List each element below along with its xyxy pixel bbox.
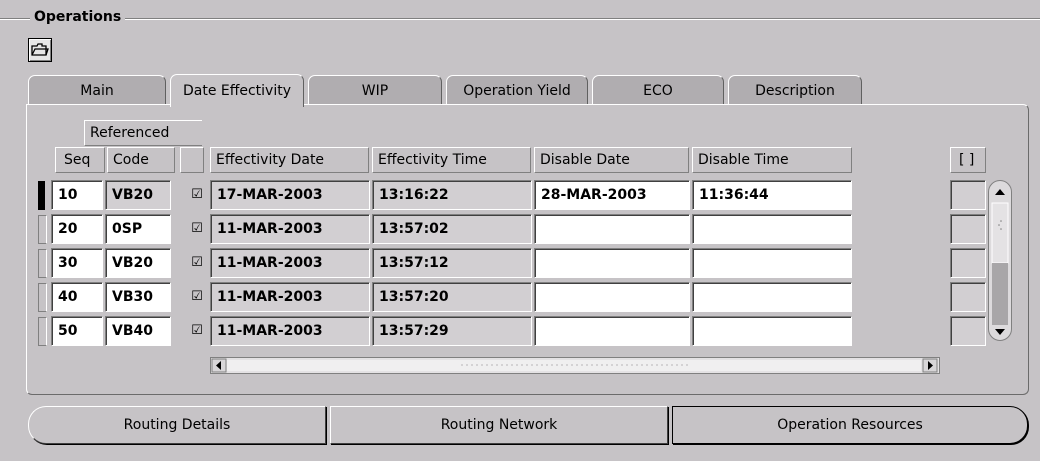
referenced-checkbox[interactable]: ☑ [190, 188, 204, 202]
disable-time-field[interactable] [692, 316, 852, 346]
disable-date-field[interactable] [534, 282, 690, 312]
header-code: Code [107, 147, 175, 173]
effectivity-time-field[interactable]: 13:57:02 [372, 214, 532, 244]
header-disable-time: Disable Time [692, 147, 852, 173]
extra-field[interactable] [950, 180, 986, 210]
horizontal-scrollbar[interactable] [210, 357, 940, 374]
routing-network-button[interactable]: Routing Network [330, 406, 668, 444]
header-effectivity-date: Effectivity Date [210, 147, 369, 173]
referenced-checkbox[interactable]: ☑ [190, 324, 204, 338]
header-folder-toggle[interactable]: [ ] [950, 147, 986, 173]
disable-date-field[interactable]: 28-MAR-2003 [534, 180, 690, 210]
tab-description[interactable]: Description [728, 75, 862, 105]
referenced-checkbox[interactable]: ☑ [190, 290, 204, 304]
extra-field[interactable] [950, 214, 986, 244]
seq-field[interactable]: 10 [51, 180, 103, 210]
code-field[interactable]: VB40 [105, 316, 171, 346]
tab-wip[interactable]: WIP [308, 75, 442, 105]
referenced-group-header: Referenced [84, 120, 202, 146]
vertical-scrollbar[interactable] [988, 180, 1012, 341]
header-effectivity-time: Effectivity Time [372, 147, 531, 173]
effectivity-date-field[interactable]: 17-MAR-2003 [210, 180, 370, 210]
extra-field[interactable] [950, 282, 986, 312]
row-indicator-current[interactable] [38, 181, 45, 210]
effectivity-date-field[interactable]: 11-MAR-2003 [210, 214, 370, 244]
row-indicator[interactable] [38, 317, 47, 346]
seq-field[interactable]: 40 [51, 282, 103, 312]
open-folder-button[interactable] [28, 38, 52, 62]
referenced-checkbox[interactable]: ☑ [190, 256, 204, 270]
folder-open-icon [31, 43, 49, 56]
row-indicator[interactable] [38, 215, 47, 244]
header-referenced-check [180, 147, 204, 173]
extra-field[interactable] [950, 316, 986, 346]
disable-time-field[interactable] [692, 214, 852, 244]
code-field[interactable]: 0SP [105, 214, 171, 244]
seq-field[interactable]: 20 [51, 214, 103, 244]
tab-operation-yield[interactable]: Operation Yield [446, 75, 588, 105]
effectivity-date-field[interactable]: 11-MAR-2003 [210, 282, 370, 312]
routing-details-button[interactable]: Routing Details [28, 406, 326, 444]
effectivity-time-field[interactable]: 13:57:29 [372, 316, 532, 346]
header-disable-date: Disable Date [534, 147, 689, 173]
disable-time-field[interactable]: 11:36:44 [692, 180, 852, 210]
disable-time-field[interactable] [692, 248, 852, 278]
tab-date-effectivity[interactable]: Date Effectivity [170, 74, 304, 107]
extra-field[interactable] [950, 248, 986, 278]
effectivity-time-field[interactable]: 13:57:20 [372, 282, 532, 312]
row-indicator[interactable] [38, 283, 47, 312]
tab-main[interactable]: Main [28, 75, 166, 105]
operation-resources-button[interactable]: Operation Resources [672, 406, 1028, 444]
disable-time-field[interactable] [692, 282, 852, 312]
disable-date-field[interactable] [534, 316, 690, 346]
referenced-checkbox[interactable]: ☑ [190, 222, 204, 236]
row-indicator[interactable] [38, 249, 47, 278]
tab-eco[interactable]: ECO [592, 75, 724, 105]
code-field[interactable]: VB30 [105, 282, 171, 312]
seq-field[interactable]: 50 [51, 316, 103, 346]
header-seq: Seq [55, 147, 105, 173]
disable-date-field[interactable] [534, 214, 690, 244]
effectivity-date-field[interactable]: 11-MAR-2003 [210, 248, 370, 278]
effectivity-time-field[interactable]: 13:57:12 [372, 248, 532, 278]
disable-date-field[interactable] [534, 248, 690, 278]
code-field[interactable]: VB20 [105, 248, 171, 278]
section-divider-highlight [0, 19, 1040, 20]
section-title: Operations [30, 9, 126, 25]
scrollbar-arrows-icon [211, 358, 938, 373]
effectivity-time-field[interactable]: 13:16:22 [372, 180, 532, 210]
code-field[interactable]: VB20 [105, 180, 171, 210]
seq-field[interactable]: 30 [51, 248, 103, 278]
scrollbar-arrows-icon [991, 189, 1009, 335]
effectivity-date-field[interactable]: 11-MAR-2003 [210, 316, 370, 346]
